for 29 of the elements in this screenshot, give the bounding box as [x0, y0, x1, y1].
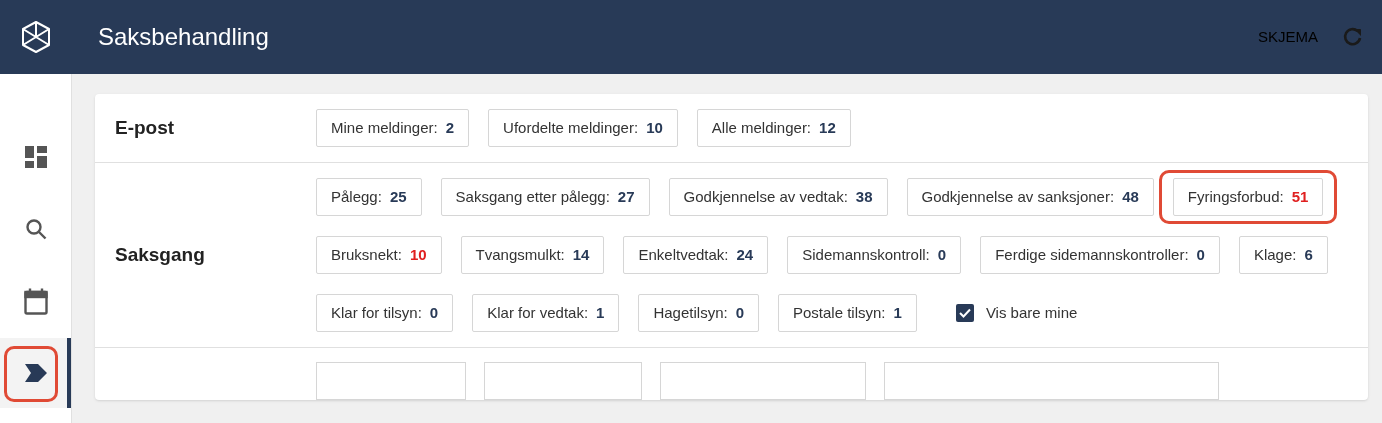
count-chip[interactable]: Tvangsmulkt: 14 — [460, 236, 605, 274]
checkbox-label: Vis bare mine — [985, 302, 1078, 323]
count-chip[interactable]: Mine meldinger: 2 — [316, 109, 470, 147]
count-chip[interactable]: Klar for tilsyn: 0 — [316, 294, 454, 332]
count-chip[interactable]: Saksgang etter pålegg: 27 — [440, 178, 650, 216]
count-chip[interactable]: Pålegg: 25 — [316, 178, 422, 216]
calendar-icon — [23, 287, 48, 315]
page-title: Saksbehandling — [98, 22, 269, 52]
chevron-icon — [24, 364, 47, 382]
section-title: E-post — [115, 115, 175, 140]
count-chip[interactable]: Postale tilsyn: 1 — [778, 294, 917, 332]
search-icon — [24, 218, 47, 240]
count-chip[interactable]: Sidemannskontroll: 0 — [787, 236, 962, 274]
count-chip[interactable]: Klage: 6 — [1238, 236, 1328, 274]
count-chip[interactable]: Klar for vedtak: 1 — [472, 294, 620, 332]
count-chip[interactable]: Ufordelte meldinger: 10 — [488, 109, 678, 147]
count-chip[interactable]: Hagetilsyn: 0 — [638, 294, 759, 332]
nav-item[interactable] — [0, 338, 71, 408]
count-chip[interactable]: Alle meldinger: 12 — [696, 109, 851, 147]
count-chip[interactable]: Bruksnekt: 10 — [316, 236, 442, 274]
section-title: Saksgang — [115, 242, 205, 267]
cube-logo-icon — [21, 21, 51, 53]
count-chip[interactable]: Fyringsforbud: 51 — [1172, 178, 1324, 216]
dashboard-icon — [24, 146, 47, 168]
checkbox[interactable] — [955, 304, 974, 322]
count-chip[interactable]: Enkeltvedtak: 24 — [623, 236, 769, 274]
count-chip[interactable]: Godkjennelse av sanksjoner: 48 — [906, 178, 1154, 216]
count-chip[interactable]: Ferdige sidemannskontroller: 0 — [980, 236, 1220, 274]
count-chip[interactable]: Godkjennelse av vedtak: 38 — [668, 178, 888, 216]
